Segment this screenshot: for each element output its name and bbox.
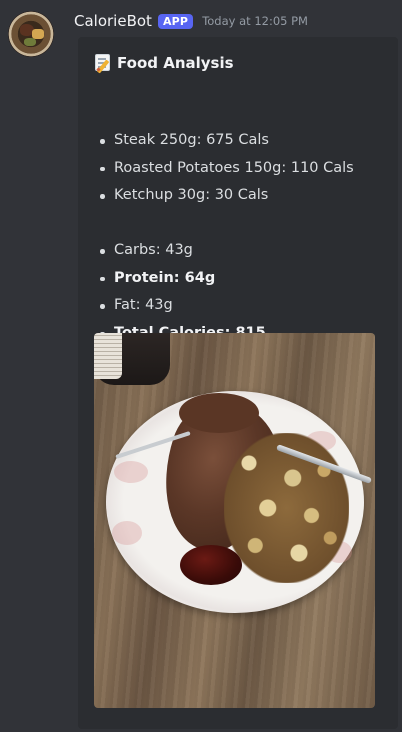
message-header: CalorieBot APP Today at 12:05 PM [74, 10, 308, 32]
greens-icon [24, 38, 36, 46]
ketchup [180, 545, 242, 585]
roasted-potatoes [224, 433, 349, 583]
list-item-ketchup: Ketchup 30g: 30 Cals [100, 182, 354, 210]
fries-icon [32, 29, 44, 39]
bot-message: CalorieBot APP Today at 12:05 PM Food An… [0, 0, 402, 732]
app-badge: APP [157, 13, 194, 29]
message-timestamp[interactable]: Today at 12:05 PM [202, 14, 308, 28]
list-item-potatoes: Roasted Potatoes 150g: 110 Cals [100, 155, 354, 183]
list-item-steak: Steak 250g: 675 Cals [100, 127, 354, 155]
list-item-protein: Protein: 64g [100, 265, 266, 293]
embed-title-text: Food Analysis [117, 53, 234, 72]
memo-icon [94, 53, 112, 74]
bot-avatar[interactable] [8, 11, 54, 57]
list-item-carbs: Carbs: 43g [100, 237, 266, 265]
food-photo[interactable] [94, 333, 375, 708]
macros-list: Carbs: 43g Protein: 64g Fat: 43g Total C… [94, 237, 266, 347]
embed-card: Food Analysis Steak 250g: 675 Cals Roast… [78, 37, 398, 729]
food-items-list: Steak 250g: 675 Cals Roasted Potatoes 15… [94, 127, 354, 210]
embed-title: Food Analysis [94, 53, 234, 74]
bot-username[interactable]: CalorieBot [74, 12, 152, 30]
list-item-fat: Fat: 43g [100, 292, 266, 320]
